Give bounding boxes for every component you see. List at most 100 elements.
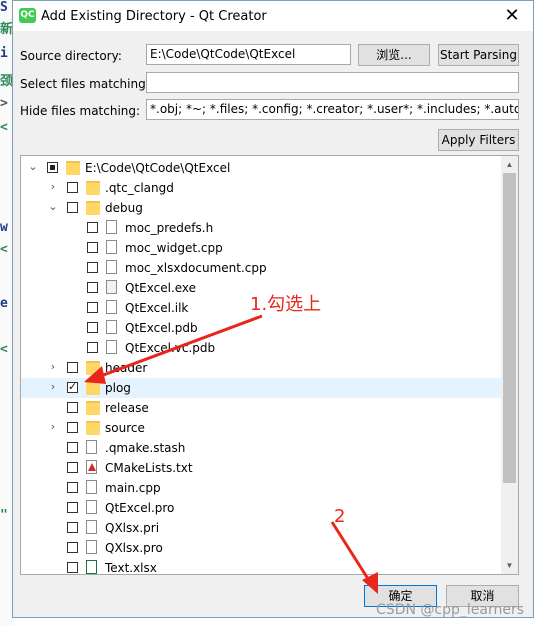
tree-row[interactable]: Text.xlsx <box>21 558 501 575</box>
cpp-file-icon <box>106 240 117 254</box>
chevron-right-icon[interactable]: › <box>47 420 59 434</box>
tree-row-label: CMakeLists.txt <box>105 461 193 475</box>
window-title: Add Existing Directory - Qt Creator <box>41 9 267 24</box>
row-checkbox[interactable] <box>67 482 78 493</box>
scroll-down-icon[interactable]: ▼ <box>501 557 518 574</box>
source-directory-input[interactable]: E:\Code\QtCode\QtExcel <box>146 44 351 65</box>
header-file-icon <box>106 220 117 234</box>
file-tree[interactable]: ⌄ E:\Code\QtCode\QtExcel › .qtc_clangd ⌄ debu… <box>20 155 519 575</box>
hide-files-label: Hide files matching: <box>20 104 141 118</box>
title-bar: QC Add Existing Directory - Qt Creator ✕ <box>13 1 533 31</box>
tree-row-label: .qtc_clangd <box>105 181 174 195</box>
chevron-down-icon[interactable]: ⌄ <box>47 200 59 214</box>
row-checkbox[interactable] <box>87 262 98 273</box>
select-files-input[interactable] <box>146 72 519 93</box>
tree-row-label: Text.xlsx <box>105 561 157 575</box>
folder-icon <box>86 201 100 215</box>
row-checkbox[interactable] <box>67 422 78 433</box>
tree-row[interactable]: › plog <box>21 378 501 398</box>
tree-row-label: QtExcel.vc.pdb <box>125 341 216 355</box>
tree-row[interactable]: ⌄ debug <box>21 198 501 218</box>
tree-row[interactable]: QXlsx.pri <box>21 518 501 538</box>
folder-icon <box>66 161 80 175</box>
row-checkbox[interactable] <box>67 202 78 213</box>
pro-file-icon <box>86 540 97 554</box>
tree-row[interactable]: QXlsx.pro <box>21 538 501 558</box>
row-checkbox[interactable] <box>67 380 78 393</box>
tree-row[interactable]: QtExcel.pro <box>21 498 501 518</box>
watermark: CSDN @cpp_learners <box>376 602 524 618</box>
tree-row-label: header <box>105 361 148 375</box>
row-checkbox[interactable] <box>67 502 78 513</box>
tree-row[interactable]: moc_xlsxdocument.cpp <box>21 258 501 278</box>
pdb-file-icon <box>106 320 117 334</box>
tree-row[interactable]: › header <box>21 358 501 378</box>
tree-row[interactable]: QtExcel.vc.pdb <box>21 338 501 358</box>
cpp-file-icon <box>86 480 97 494</box>
tree-row-label: moc_predefs.h <box>125 221 214 235</box>
tree-row[interactable]: CMakeLists.txt <box>21 458 501 478</box>
start-parsing-button[interactable]: Start Parsing <box>438 44 519 66</box>
row-checkbox[interactable] <box>87 322 98 333</box>
tree-row[interactable]: moc_predefs.h <box>21 218 501 238</box>
tree-row-label: QtExcel.pro <box>105 501 175 515</box>
scroll-up-icon[interactable]: ▲ <box>501 156 518 173</box>
folder-icon <box>86 361 100 375</box>
row-checkbox[interactable] <box>67 562 78 573</box>
tree-row-label: plog <box>105 381 131 395</box>
editor-glyph: < <box>0 242 8 257</box>
tree-row-label: main.cpp <box>105 481 161 495</box>
cpp-file-icon <box>106 260 117 274</box>
tree-row-label: QtExcel.pdb <box>125 321 198 335</box>
scroll-thumb[interactable] <box>503 173 516 483</box>
row-checkbox[interactable] <box>87 342 98 353</box>
browse-button[interactable]: 浏览... <box>358 44 430 66</box>
row-checkbox[interactable] <box>87 222 98 233</box>
tree-row[interactable]: release <box>21 398 501 418</box>
editor-glyph: S <box>0 0 8 15</box>
qt-creator-icon: QC <box>19 8 36 23</box>
tree-row-label: source <box>105 421 145 435</box>
row-checkbox[interactable] <box>87 282 98 293</box>
hide-files-input[interactable]: *.obj; *~; *.files; *.config; *.creator;… <box>146 99 519 120</box>
chevron-right-icon[interactable]: › <box>47 360 59 374</box>
row-checkbox[interactable] <box>87 302 98 313</box>
tree-row[interactable]: moc_widget.cpp <box>21 238 501 258</box>
row-checkbox[interactable] <box>67 402 78 413</box>
close-button[interactable]: ✕ <box>491 1 533 31</box>
exe-file-icon <box>106 280 117 294</box>
apply-filters-button[interactable]: Apply Filters <box>438 129 519 151</box>
tree-row[interactable]: › source <box>21 418 501 438</box>
chevron-right-icon[interactable]: › <box>47 380 59 394</box>
editor-glyph: w <box>0 220 8 235</box>
vertical-scrollbar[interactable]: ▲ ▼ <box>501 156 518 574</box>
row-checkbox[interactable] <box>47 162 58 173</box>
chevron-down-icon[interactable]: ⌄ <box>27 160 39 174</box>
chevron-right-icon[interactable]: › <box>47 180 59 194</box>
annotation-step2: 2 <box>334 506 346 527</box>
tree-row-label: moc_xlsxdocument.cpp <box>125 261 267 275</box>
tree-row-label: QXlsx.pri <box>105 521 160 535</box>
tree-row[interactable]: QtExcel.pdb <box>21 318 501 338</box>
row-checkbox[interactable] <box>67 442 78 453</box>
tree-row[interactable]: › .qtc_clangd <box>21 178 501 198</box>
source-directory-label: Source directory: <box>20 49 122 63</box>
row-checkbox[interactable] <box>67 182 78 193</box>
editor-glyph: " <box>0 508 8 523</box>
tree-row-label: release <box>105 401 149 415</box>
annotation-step1: 1.勾选上 <box>250 294 322 315</box>
row-checkbox[interactable] <box>67 462 78 473</box>
editor-glyph: i <box>0 46 8 61</box>
tree-row[interactable]: main.cpp <box>21 478 501 498</box>
row-checkbox[interactable] <box>67 522 78 533</box>
tree-row[interactable]: .qmake.stash <box>21 438 501 458</box>
tree-row-label: QtExcel.exe <box>125 281 197 295</box>
cmake-file-icon <box>86 460 97 474</box>
row-checkbox[interactable] <box>67 362 78 373</box>
row-checkbox[interactable] <box>67 542 78 553</box>
folder-icon <box>86 421 100 435</box>
editor-glyph: e <box>0 296 8 311</box>
row-checkbox[interactable] <box>87 242 98 253</box>
tree-row[interactable]: ⌄ E:\Code\QtCode\QtExcel <box>21 158 501 178</box>
pro-file-icon <box>86 520 97 534</box>
